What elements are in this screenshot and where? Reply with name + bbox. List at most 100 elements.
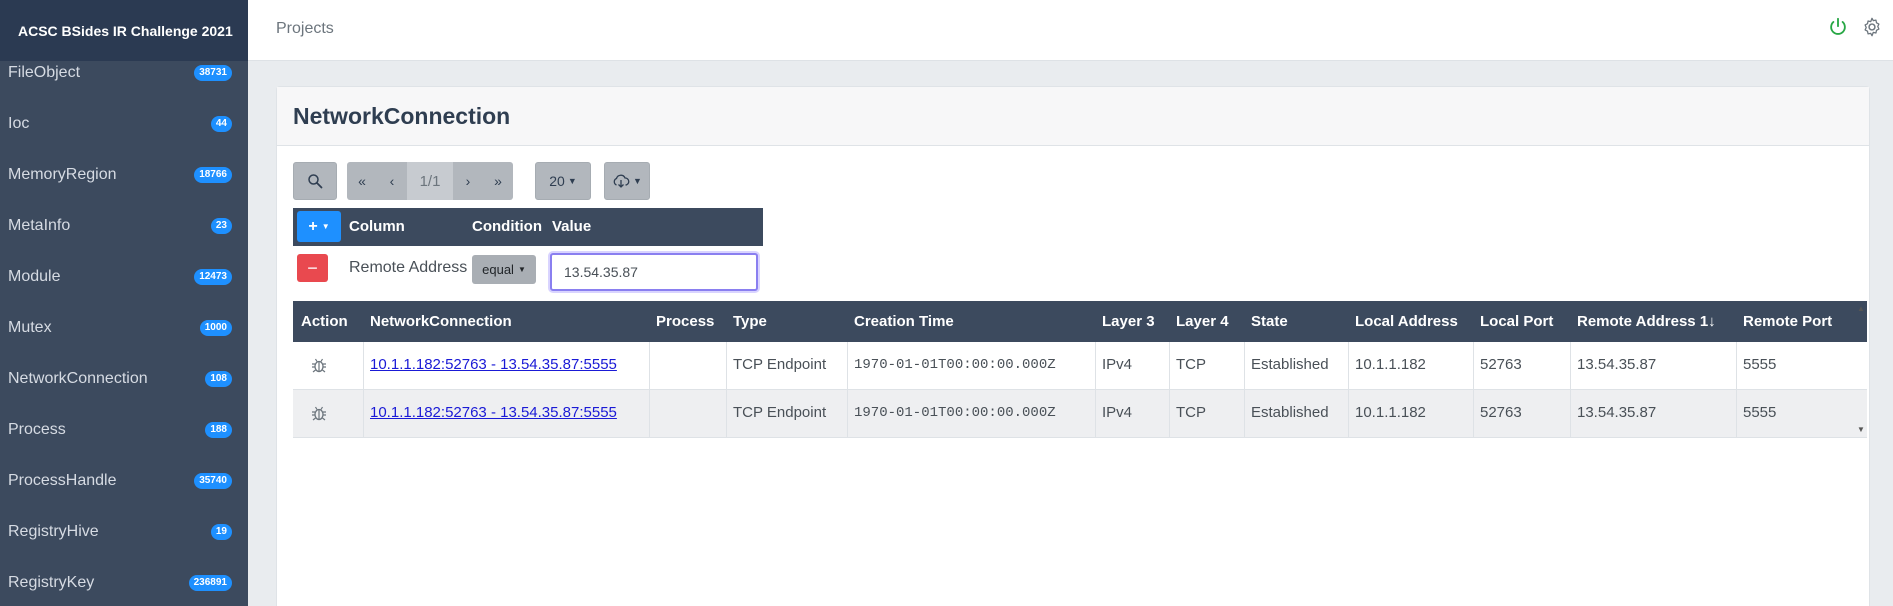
- col-remote-address[interactable]: Remote Address 1↓: [1577, 313, 1716, 330]
- remove-filter-button[interactable]: −: [297, 254, 328, 282]
- first-page-button[interactable]: «: [347, 162, 377, 200]
- table-row: 10.1.1.182:52763 - 13.54.35.87:5555 TCP …: [293, 342, 1867, 390]
- sidebar-item-metainfo[interactable]: MetaInfo 23: [0, 208, 248, 244]
- filter-column: Remote Address: [349, 259, 468, 276]
- gear-icon[interactable]: [1861, 16, 1883, 38]
- page-size-value: 20: [549, 173, 565, 189]
- count-badge: 236891: [188, 575, 232, 591]
- cell-local-address: 10.1.1.182: [1355, 356, 1426, 373]
- scroll-up-arrow[interactable]: ▲: [1855, 304, 1867, 313]
- sidebar: ACSC BSides IR Challenge 2021 FileObject…: [0, 0, 248, 606]
- sidebar-item-label: Mutex: [8, 319, 52, 336]
- cell-type: TCP Endpoint: [733, 356, 827, 373]
- count-badge: 44: [210, 116, 232, 132]
- cell-divider: [726, 390, 727, 438]
- sidebar-item-fileobject[interactable]: FileObject 38731: [0, 55, 248, 91]
- col-networkconnection[interactable]: NetworkConnection: [370, 313, 512, 330]
- cell-divider: [1473, 390, 1474, 438]
- cell-divider: [1095, 342, 1096, 390]
- sidebar-item-label: RegistryHive: [8, 523, 99, 540]
- col-local-port[interactable]: Local Port: [1480, 313, 1553, 330]
- page-size-dropdown[interactable]: 20 ▼: [535, 162, 591, 200]
- connection-link[interactable]: 10.1.1.182:52763 - 13.54.35.87:5555: [370, 356, 617, 373]
- cell-local-port: 52763: [1480, 404, 1522, 421]
- connection-link[interactable]: 10.1.1.182:52763 - 13.54.35.87:5555: [370, 404, 617, 421]
- caret-down-icon: ▼: [321, 222, 330, 231]
- col-process[interactable]: Process: [656, 313, 714, 330]
- cell-divider: [363, 342, 364, 390]
- last-page-button[interactable]: »: [483, 162, 513, 200]
- cell-creation-time: 1970-01-01T00:00:00.000Z: [854, 357, 1056, 373]
- search-button[interactable]: [293, 162, 337, 200]
- count-badge: 23: [210, 218, 232, 234]
- cell-remote-address: 13.54.35.87: [1577, 404, 1657, 421]
- caret-down-icon: ▼: [567, 176, 577, 186]
- count-badge: 188: [205, 422, 232, 438]
- count-badge: 18766: [194, 167, 232, 183]
- filter-row: − Remote Address equal ▼: [293, 246, 763, 291]
- count-badge: 12473: [194, 269, 232, 285]
- cell-divider: [847, 342, 848, 390]
- caret-down-icon: ▼: [517, 265, 526, 274]
- bug-icon[interactable]: [309, 403, 329, 423]
- search-icon: [308, 174, 323, 189]
- sidebar-item-networkconnection[interactable]: NetworkConnection 108: [0, 361, 248, 397]
- caret-down-icon: ▼: [633, 176, 642, 186]
- cell-divider: [1169, 390, 1170, 438]
- breadcrumb[interactable]: Projects: [276, 20, 334, 38]
- sidebar-item-registrykey[interactable]: RegistryKey 236891: [0, 565, 248, 601]
- add-filter-button[interactable]: + ▼: [297, 211, 341, 242]
- next-page-button[interactable]: ›: [453, 162, 483, 200]
- count-badge: 108: [205, 371, 232, 387]
- sidebar-item-processhandle[interactable]: ProcessHandle 35740: [0, 463, 248, 499]
- sidebar-item-module[interactable]: Module 12473: [0, 259, 248, 295]
- cell-layer4: TCP: [1176, 404, 1206, 421]
- filter-header: + ▼ Column Condition Value: [293, 208, 763, 246]
- cloud-download-icon: [613, 174, 630, 188]
- cell-divider: [1095, 390, 1096, 438]
- sidebar-item-registryhive[interactable]: RegistryHive 19: [0, 514, 248, 550]
- sidebar-item-label: Ioc: [8, 115, 30, 132]
- cell-local-address: 10.1.1.182: [1355, 404, 1426, 421]
- cell-layer4: TCP: [1176, 356, 1206, 373]
- prev-page-button[interactable]: ‹: [377, 162, 407, 200]
- cell-layer3: IPv4: [1102, 404, 1133, 421]
- cell-remote-port: 5555: [1743, 356, 1777, 373]
- col-remote-port[interactable]: Remote Port: [1743, 313, 1832, 330]
- power-icon[interactable]: [1827, 16, 1849, 38]
- cell-divider: [1570, 342, 1571, 390]
- col-layer4[interactable]: Layer 4: [1176, 313, 1229, 330]
- sidebar-item-process[interactable]: Process 188: [0, 412, 248, 448]
- cell-remote-address: 13.54.35.87: [1577, 356, 1657, 373]
- col-local-address[interactable]: Local Address: [1355, 313, 1458, 330]
- col-action[interactable]: Action: [301, 313, 348, 330]
- download-dropdown[interactable]: ▼: [604, 162, 650, 200]
- condition-dropdown[interactable]: equal ▼: [472, 255, 536, 284]
- cell-divider: [649, 342, 650, 390]
- sidebar-item-memoryregion[interactable]: MemoryRegion 18766: [0, 157, 248, 193]
- cell-type: TCP Endpoint: [733, 404, 827, 421]
- sidebar-item-label: RegistryKey: [8, 574, 95, 591]
- col-layer3[interactable]: Layer 3: [1102, 313, 1155, 330]
- filter-value-input[interactable]: [550, 253, 758, 291]
- count-badge: 1000: [199, 320, 232, 336]
- sidebar-item-ioc[interactable]: Ioc 44: [0, 106, 248, 142]
- cell-divider: [1244, 390, 1245, 438]
- col-creation-time[interactable]: Creation Time: [854, 313, 954, 330]
- cell-divider: [1736, 342, 1737, 390]
- cell-divider: [649, 390, 650, 438]
- col-type[interactable]: Type: [733, 313, 767, 330]
- filter-condition-header: Condition: [472, 218, 542, 235]
- sidebar-item-label: MetaInfo: [8, 217, 71, 234]
- scroll-down-arrow[interactable]: ▼: [1855, 425, 1867, 434]
- bug-icon[interactable]: [309, 355, 329, 375]
- cell-remote-port: 5555: [1743, 404, 1777, 421]
- sidebar-item-mutex[interactable]: Mutex 1000: [0, 310, 248, 346]
- count-badge: 38731: [194, 65, 232, 81]
- cell-local-port: 52763: [1480, 356, 1522, 373]
- col-state[interactable]: State: [1251, 313, 1288, 330]
- sidebar-item-label: Process: [8, 421, 66, 438]
- cell-divider: [1244, 342, 1245, 390]
- cell-divider: [1348, 390, 1349, 438]
- app-title: ACSC BSides IR Challenge 2021: [0, 0, 248, 61]
